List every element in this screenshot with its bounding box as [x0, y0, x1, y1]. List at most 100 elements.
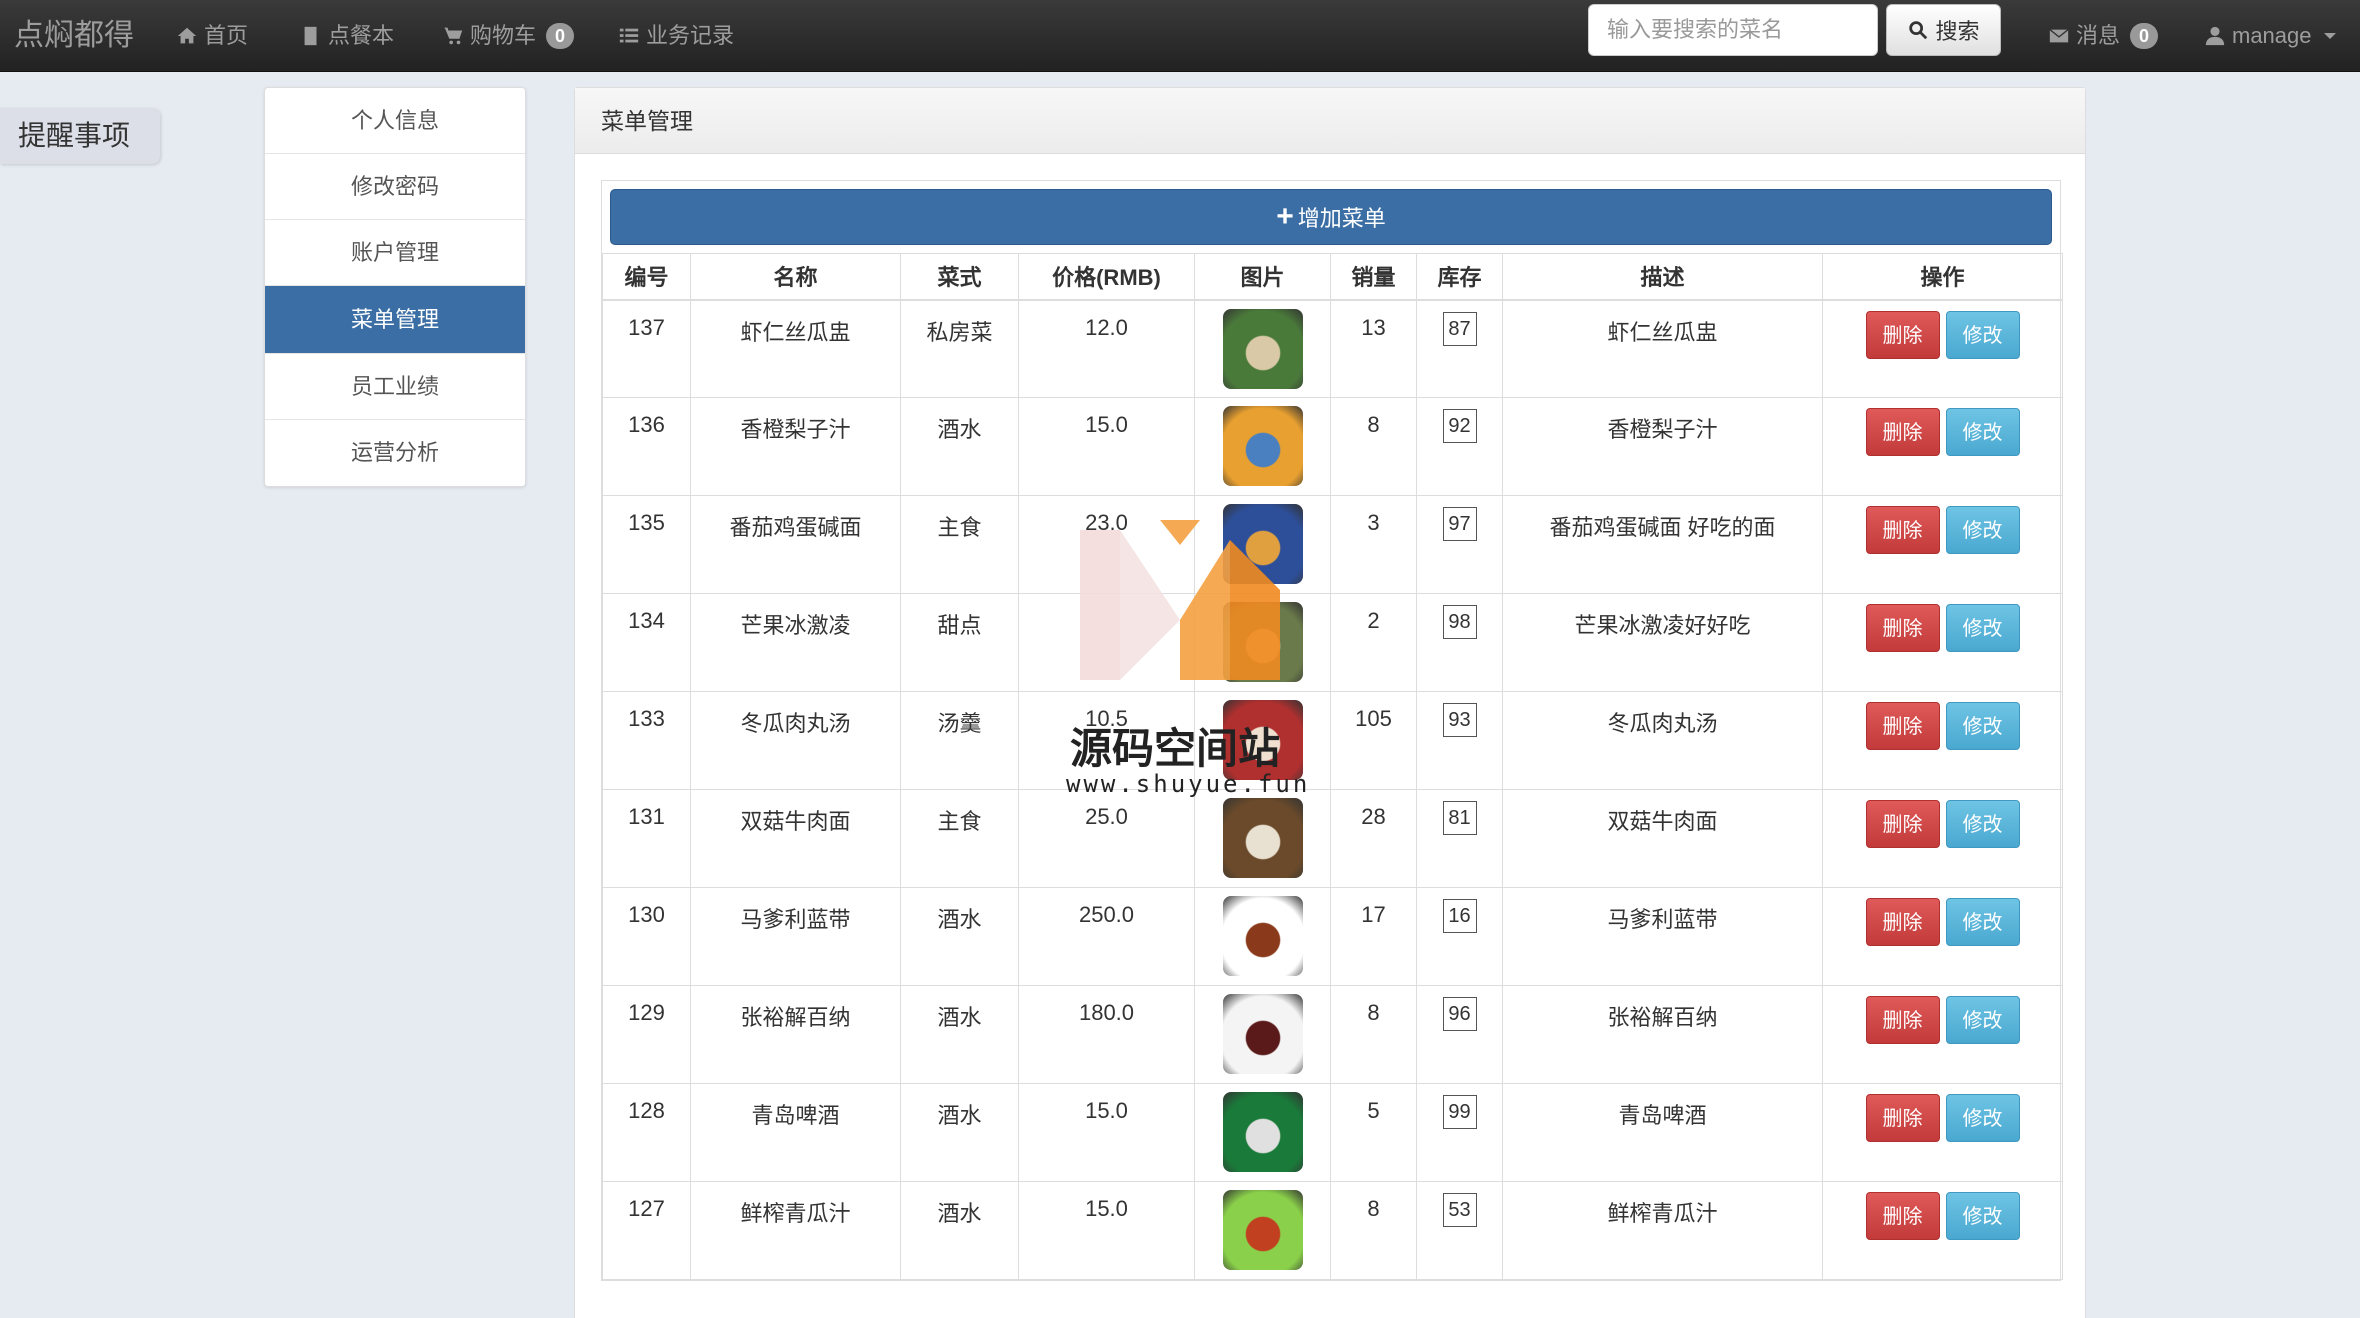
brand-logo[interactable]: 点焖都得	[14, 10, 134, 62]
table-row: 137 虾仁丝瓜盅 私房菜 12.0 13 87 虾仁丝瓜盅 删除 修改	[602, 299, 2063, 398]
cell-sales: 3	[1330, 495, 1417, 594]
sidebar-item-analytics[interactable]: 运营分析	[265, 420, 525, 486]
dish-thumbnail[interactable]	[1222, 798, 1303, 878]
cell-actions: 删除 修改	[1822, 299, 2063, 398]
edit-button[interactable]: 修改	[1945, 604, 2020, 652]
cell-image	[1194, 1083, 1331, 1182]
cell-price	[1018, 593, 1195, 692]
table-row: 128 青岛啤酒 酒水 15.0 5 99 青岛啤酒 删除 修改	[602, 1083, 2063, 1182]
delete-button[interactable]: 删除	[1865, 310, 1940, 359]
cell-image	[1194, 1181, 1331, 1280]
col-header-image: 图片	[1194, 253, 1331, 301]
search-input[interactable]	[1588, 4, 1878, 56]
dish-thumbnail[interactable]	[1222, 308, 1303, 389]
nav-order-book[interactable]: 点餐本	[300, 10, 394, 62]
stock-value: 98	[1442, 605, 1477, 639]
stock-value: 53	[1442, 1193, 1477, 1227]
cell-actions: 删除 修改	[1822, 789, 2063, 888]
table-row: 127 鲜榨青瓜汁 酒水 15.0 8 53 鲜榨青瓜汁 删除 修改	[602, 1181, 2063, 1280]
cell-price: 180.0	[1018, 985, 1195, 1084]
delete-button[interactable]: 删除	[1865, 702, 1940, 750]
edit-button[interactable]: 修改	[1945, 1192, 2020, 1240]
cell-actions: 删除 修改	[1822, 1181, 2063, 1280]
cell-sales: 17	[1330, 887, 1417, 986]
stock-value: 81	[1442, 801, 1477, 835]
nav-user-menu[interactable]: manage	[2204, 10, 2336, 62]
edit-button[interactable]: 修改	[1945, 408, 2020, 456]
edit-button[interactable]: 修改	[1945, 898, 2020, 946]
cell-sales: 2	[1330, 593, 1417, 692]
dish-thumbnail[interactable]	[1222, 406, 1303, 486]
cell-name: 鲜榨青瓜汁	[690, 1181, 901, 1280]
cell-name: 青岛啤酒	[690, 1083, 901, 1182]
dish-thumbnail[interactable]	[1222, 896, 1303, 976]
col-header-actions: 操作	[1822, 253, 2063, 301]
nav-records-label: 业务记录	[646, 23, 735, 48]
cell-id: 130	[602, 887, 691, 986]
nav-cart[interactable]: 购物车 0	[442, 10, 575, 62]
cell-description: 虾仁丝瓜盅	[1502, 299, 1823, 398]
col-header-id: 编号	[602, 253, 691, 301]
cell-id: 134	[602, 593, 691, 692]
edit-button[interactable]: 修改	[1945, 506, 2020, 554]
nav-cart-label: 购物车	[470, 23, 537, 48]
cell-id: 128	[602, 1083, 691, 1182]
sidebar-item-password[interactable]: 修改密码	[265, 154, 525, 220]
reminder-tab[interactable]: 提醒事项	[0, 108, 160, 164]
delete-button[interactable]: 删除	[1865, 800, 1940, 848]
cell-id: 129	[602, 985, 691, 1084]
delete-button[interactable]: 删除	[1865, 604, 1940, 652]
cell-description: 张裕解百纳	[1502, 985, 1823, 1084]
nav-records[interactable]: 业务记录	[618, 10, 734, 62]
delete-button[interactable]: 删除	[1865, 1094, 1940, 1142]
delete-button[interactable]: 删除	[1865, 408, 1940, 456]
row-actions: 删除 修改	[1823, 800, 2062, 848]
delete-button[interactable]: 删除	[1865, 506, 1940, 554]
table-row: 134 芒果冰激凌 甜点 2 98 芒果冰激凌好好吃 删除 修改	[602, 593, 2063, 692]
search-button[interactable]: 搜索	[1886, 4, 2001, 56]
nav-order-book-label: 点餐本	[328, 23, 395, 48]
edit-button[interactable]: 修改	[1945, 310, 2020, 359]
nav-messages[interactable]: 消息 0	[2048, 10, 2159, 62]
edit-button[interactable]: 修改	[1945, 702, 2020, 750]
cart-badge: 0	[546, 23, 575, 49]
sidebar-item-performance[interactable]: 员工业绩	[265, 354, 525, 420]
nav-home[interactable]: 首页	[176, 10, 248, 62]
sidebar-item-menu-management[interactable]: 菜单管理	[265, 286, 525, 354]
cell-actions: 删除 修改	[1822, 887, 2063, 986]
cell-type: 私房菜	[900, 299, 1019, 398]
dish-thumbnail[interactable]	[1222, 504, 1303, 584]
row-actions: 删除 修改	[1823, 702, 2062, 750]
cell-price: 25.0	[1018, 789, 1195, 888]
delete-button[interactable]: 删除	[1865, 1192, 1940, 1240]
row-actions: 删除 修改	[1823, 1192, 2062, 1240]
delete-button[interactable]: 删除	[1865, 898, 1940, 946]
cell-image	[1194, 887, 1331, 986]
cell-image	[1194, 789, 1331, 888]
col-header-stock: 库存	[1416, 253, 1503, 301]
col-header-type: 菜式	[900, 253, 1019, 301]
messages-badge: 0	[2130, 23, 2159, 49]
stock-value: 16	[1442, 899, 1477, 933]
add-menu-button[interactable]: + 增加菜单	[610, 189, 2052, 245]
sidebar-item-profile[interactable]: 个人信息	[265, 88, 525, 154]
edit-button[interactable]: 修改	[1945, 996, 2020, 1044]
dish-thumbnail[interactable]	[1222, 602, 1303, 682]
dish-thumbnail[interactable]	[1222, 1190, 1303, 1270]
sidebar-item-accounts[interactable]: 账户管理	[265, 220, 525, 286]
edit-button[interactable]: 修改	[1945, 1094, 2020, 1142]
dish-thumbnail[interactable]	[1222, 1092, 1303, 1172]
cell-stock: 81	[1416, 789, 1503, 888]
cell-actions: 删除 修改	[1822, 495, 2063, 594]
table-row: 129 张裕解百纳 酒水 180.0 8 96 张裕解百纳 删除 修改	[602, 985, 2063, 1084]
cell-description: 马爹利蓝带	[1502, 887, 1823, 986]
edit-button[interactable]: 修改	[1945, 800, 2020, 848]
row-actions: 删除 修改	[1823, 604, 2062, 652]
dish-thumbnail[interactable]	[1222, 994, 1303, 1074]
delete-button[interactable]: 删除	[1865, 996, 1940, 1044]
cell-stock: 93	[1416, 691, 1503, 790]
cell-name: 香橙梨子汁	[690, 397, 901, 496]
cell-stock: 97	[1416, 495, 1503, 594]
cell-type: 酒水	[900, 887, 1019, 986]
col-header-sales: 销量	[1330, 253, 1417, 301]
